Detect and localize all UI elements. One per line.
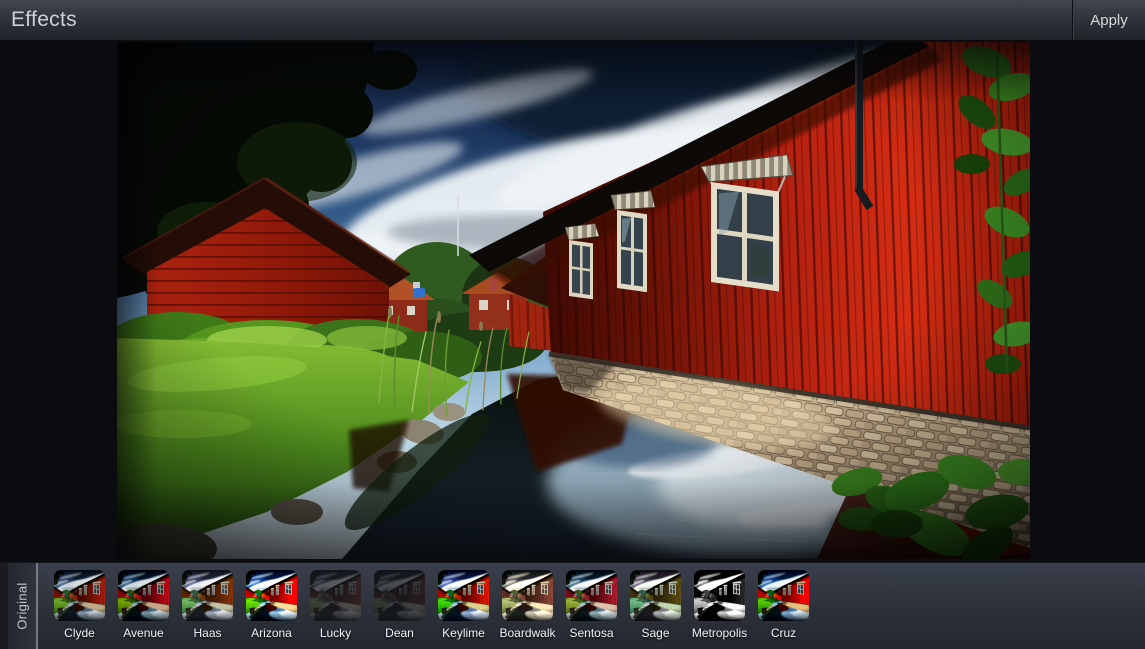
photo-image xyxy=(117,42,1030,559)
filter-thumb-sentosa[interactable]: Sentosa xyxy=(566,570,617,640)
filter-thumbnail[interactable] xyxy=(54,570,105,621)
filter-label: Sage xyxy=(641,626,670,640)
filter-thumb-avenue[interactable]: Avenue xyxy=(118,570,169,640)
filter-thumb-arizona[interactable]: Arizona xyxy=(246,570,297,640)
action-bar: Effects Apply xyxy=(0,0,1145,41)
filter-thumbnail[interactable] xyxy=(182,570,233,621)
photo-preview xyxy=(117,42,1030,559)
filmstrip: Original Clyde Avenue Haas Arizona Lucky… xyxy=(0,562,1145,649)
effects-screen: Effects Apply Original Clyde Avenue Haas… xyxy=(0,0,1145,649)
filter-label: Keylime xyxy=(442,626,485,640)
filter-thumb-dean[interactable]: Dean xyxy=(374,570,425,640)
apply-button[interactable]: Apply xyxy=(1072,0,1145,40)
original-tab[interactable]: Original xyxy=(8,563,38,649)
filter-thumbnail[interactable] xyxy=(438,570,489,621)
filter-label: Clyde xyxy=(64,626,95,640)
page-title: Effects xyxy=(11,8,77,31)
filters-strip[interactable]: Clyde Avenue Haas Arizona Lucky Dean Key… xyxy=(38,563,1145,649)
filter-thumb-cruz[interactable]: Cruz xyxy=(758,570,809,640)
filter-label: Dean xyxy=(385,626,414,640)
filter-label: Lucky xyxy=(319,626,352,640)
filter-thumbnail[interactable] xyxy=(758,570,809,621)
filter-thumb-boardwalk[interactable]: Boardwalk xyxy=(499,570,556,640)
filter-thumbnail[interactable] xyxy=(246,570,297,621)
filter-label: Avenue xyxy=(123,626,164,640)
filmstrip-left-rail xyxy=(0,563,8,649)
filter-thumb-sage[interactable]: Sage xyxy=(630,570,681,640)
filter-thumbnail[interactable] xyxy=(630,570,681,621)
original-tab-label: Original xyxy=(14,582,30,630)
filter-label: Boardwalk xyxy=(499,626,556,640)
filter-thumb-keylime[interactable]: Keylime xyxy=(438,570,489,640)
filter-label: Haas xyxy=(193,626,222,640)
filter-thumbnail[interactable] xyxy=(310,570,361,621)
filter-label: Cruz xyxy=(770,626,797,640)
filter-label: Sentosa xyxy=(569,626,614,640)
filter-label: Arizona xyxy=(251,626,292,640)
filter-thumbnail[interactable] xyxy=(374,570,425,621)
filter-thumbnail[interactable] xyxy=(694,570,745,621)
filter-label: Metropolis xyxy=(691,626,748,640)
filter-thumb-haas[interactable]: Haas xyxy=(182,570,233,640)
filter-thumb-clyde[interactable]: Clyde xyxy=(54,570,105,640)
filter-thumb-lucky[interactable]: Lucky xyxy=(310,570,361,640)
photo-stage xyxy=(0,40,1145,563)
filter-thumb-metropolis[interactable]: Metropolis xyxy=(691,570,748,640)
filter-thumbnail[interactable] xyxy=(118,570,169,621)
filter-thumbnail[interactable] xyxy=(566,570,617,621)
filter-thumbnail[interactable] xyxy=(502,570,553,621)
